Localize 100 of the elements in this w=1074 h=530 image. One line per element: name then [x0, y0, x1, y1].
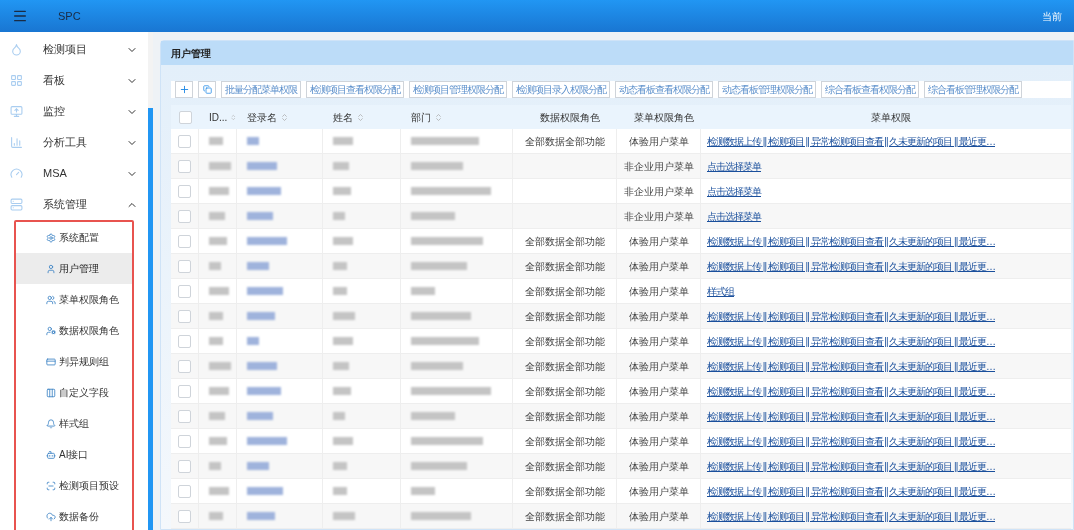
- permission-button[interactable]: 批量分配菜单权限: [221, 81, 301, 98]
- submenu-item[interactable]: 数据权限角色: [16, 315, 132, 346]
- redacted-block: [411, 512, 471, 520]
- checkbox[interactable]: [178, 484, 191, 498]
- redacted-block: [247, 487, 283, 495]
- submenu-item[interactable]: 判异规则组: [16, 346, 132, 377]
- redacted-block: [333, 487, 347, 495]
- gauge-icon: [10, 167, 23, 180]
- redacted-block: [333, 387, 351, 395]
- redacted-block: [209, 237, 227, 245]
- redacted-block: [247, 312, 275, 320]
- menu-permission-link[interactable]: 检测数据上传 || 检测项目 || 异常检测项目查看 || 久未更新的项目 || 最近更…: [707, 308, 995, 324]
- scrollbar-thumb[interactable]: [148, 108, 153, 530]
- permission-button[interactable]: 检测项目录入权限分配: [512, 81, 610, 98]
- menu-permission-link[interactable]: 检测数据上传 || 检测项目 || 异常检测项目查看 || 久未更新的项目 || 最近更…: [707, 333, 995, 349]
- redacted-block: [411, 337, 479, 345]
- checkbox[interactable]: [178, 384, 191, 398]
- column-header: 菜单权限: [871, 110, 911, 125]
- permission-button[interactable]: 检测项目管理权限分配: [409, 81, 507, 98]
- submenu-item[interactable]: 数据备份: [16, 501, 132, 530]
- table-cell-text: 体验用户菜单: [628, 484, 689, 499]
- checkbox[interactable]: [178, 134, 191, 148]
- sidebar-item[interactable]: 分析工具: [0, 127, 148, 158]
- table-cell-text: 体验用户菜单: [628, 234, 689, 249]
- menu-permission-link[interactable]: 检测数据上传 || 检测项目 || 异常检测项目查看 || 久未更新的项目 || 最近更…: [707, 433, 995, 449]
- checkbox[interactable]: [178, 434, 191, 448]
- submenu-item[interactable]: 自定义字段: [16, 377, 132, 408]
- checkbox[interactable]: [178, 409, 191, 423]
- column-header[interactable]: 姓名: [333, 109, 353, 125]
- permission-button[interactable]: 综合看板查看权限分配: [821, 81, 919, 98]
- menu-permission-link[interactable]: 样式组: [707, 283, 734, 299]
- sort-icon[interactable]: [230, 112, 237, 122]
- redacted-block: [333, 137, 353, 145]
- redacted-block: [411, 412, 455, 420]
- checkbox[interactable]: [178, 259, 191, 273]
- checkbox[interactable]: [178, 184, 191, 198]
- submenu-item[interactable]: 用户管理: [16, 253, 132, 284]
- checkbox[interactable]: [178, 509, 191, 523]
- menu-permission-link[interactable]: 点击选择菜单: [707, 208, 761, 224]
- copy-button[interactable]: [198, 81, 216, 98]
- column-header[interactable]: 部门: [411, 109, 431, 125]
- submenu-item[interactable]: 样式组: [16, 408, 132, 439]
- checkbox[interactable]: [178, 110, 192, 124]
- sidebar-item[interactable]: 系统管理: [0, 189, 148, 220]
- menu-permission-link[interactable]: 点击选择菜单: [707, 183, 761, 199]
- sidebar-item[interactable]: 监控: [0, 96, 148, 127]
- checkbox[interactable]: [178, 359, 191, 373]
- checkbox[interactable]: [178, 234, 191, 248]
- permission-button[interactable]: 综合看板管理权限分配: [924, 81, 1022, 98]
- redacted-block: [209, 287, 229, 295]
- table-cell-text: 全部数据全部功能: [524, 359, 605, 374]
- checkbox[interactable]: [178, 284, 191, 298]
- permission-button[interactable]: 检测项目查看权限分配: [306, 81, 404, 98]
- checkbox[interactable]: [178, 159, 191, 173]
- menu-permission-link[interactable]: 点击选择菜单: [707, 158, 761, 174]
- sort-icon[interactable]: [356, 112, 365, 122]
- sort-icon[interactable]: [434, 112, 443, 122]
- table-cell-text: 全部数据全部功能: [524, 509, 605, 524]
- menu-icon[interactable]: [12, 8, 28, 24]
- table-cell-text: 非企业用户菜单: [623, 209, 694, 224]
- table-cell-text: 体验用户菜单: [628, 284, 689, 299]
- sidebar-item[interactable]: 检测项目: [0, 34, 148, 65]
- menu-permission-link[interactable]: 检测数据上传 || 检测项目 || 异常检测项目查看 || 久未更新的项目 || 最近更…: [707, 383, 995, 399]
- menu-permission-link[interactable]: 检测数据上传 || 检测项目 || 异常检测项目查看 || 久未更新的项目 || 最近更…: [707, 133, 995, 149]
- users-icon: [46, 294, 56, 305]
- scan-icon: [46, 480, 56, 491]
- menu-permission-link[interactable]: 检测数据上传 || 检测项目 || 异常检测项目查看 || 久未更新的项目 || 最近更…: [707, 483, 995, 499]
- table-cell-text: 体验用户菜单: [628, 434, 689, 449]
- redacted-block: [411, 237, 483, 245]
- submenu-item[interactable]: AI接口: [16, 439, 132, 470]
- sidebar-item[interactable]: 看板: [0, 65, 148, 96]
- chart-icon: [10, 136, 23, 149]
- user-icon: [46, 263, 56, 274]
- menu-permission-link[interactable]: 检测数据上传 || 检测项目 || 异常检测项目查看 || 久未更新的项目 || 最近更…: [707, 258, 995, 274]
- add-button[interactable]: [175, 81, 193, 98]
- copy-icon: [202, 85, 212, 94]
- menu-permission-link[interactable]: 检测数据上传 || 检测项目 || 异常检测项目查看 || 久未更新的项目 || 最近更…: [707, 233, 995, 249]
- table-cell-text: 体验用户菜单: [628, 134, 689, 149]
- checkbox[interactable]: [178, 459, 191, 473]
- column-header[interactable]: ID...: [209, 109, 228, 125]
- redacted-block: [411, 487, 435, 495]
- sidebar-item[interactable]: MSA: [0, 158, 148, 189]
- sort-icon[interactable]: [280, 112, 289, 122]
- column-header[interactable]: 登录名: [247, 109, 277, 125]
- submenu-item[interactable]: 菜单权限角色: [16, 284, 132, 315]
- submenu-item[interactable]: 检测项目预设: [16, 470, 132, 501]
- user-text: 当前: [1042, 9, 1062, 24]
- permission-button[interactable]: 动态看板管理权限分配: [718, 81, 816, 98]
- checkbox[interactable]: [178, 309, 191, 323]
- redacted-block: [209, 187, 229, 195]
- menu-permission-link[interactable]: 检测数据上传 || 检测项目 || 异常检测项目查看 || 久未更新的项目 || 最近更…: [707, 408, 995, 424]
- checkbox[interactable]: [178, 334, 191, 348]
- menu-permission-link[interactable]: 检测数据上传 || 检测项目 || 异常检测项目查看 || 久未更新的项目 || 最近更…: [707, 508, 995, 524]
- menu-permission-link[interactable]: 检测数据上传 || 检测项目 || 异常检测项目查看 || 久未更新的项目 || 最近更…: [707, 358, 995, 374]
- checkbox[interactable]: [178, 209, 191, 223]
- redacted-block: [247, 212, 273, 220]
- redacted-block: [209, 137, 223, 145]
- permission-button[interactable]: 动态看板查看权限分配: [615, 81, 713, 98]
- menu-permission-link[interactable]: 检测数据上传 || 检测项目 || 异常检测项目查看 || 久未更新的项目 || 最近更…: [707, 458, 995, 474]
- submenu-item[interactable]: 系统配置: [16, 222, 132, 253]
